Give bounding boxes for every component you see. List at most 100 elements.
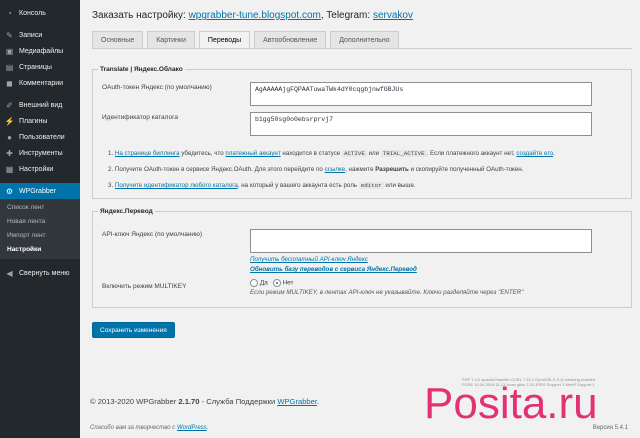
step-2: 2. Получите OAuth-токен в сервисе Яндекс… [108, 162, 555, 178]
oauth-link[interactable]: ссылке [325, 166, 345, 173]
footer-dot: . [206, 425, 209, 431]
menu-settings[interactable]: ▦ Настройки [0, 161, 80, 177]
tab-extra[interactable]: Дополнительно [330, 31, 399, 48]
tab-autoupdate[interactable]: Автообновление [254, 31, 327, 48]
oauth-token-label: OAuth-токен Яндекс (по умолчанию) [102, 84, 212, 91]
menu-tools[interactable]: ✚ Инструменты [0, 145, 80, 161]
wpgrabber-submenu: Список лент Новая лента Импорт лент Наст… [0, 199, 80, 259]
menu-label: WPGrabber [19, 187, 56, 195]
footer-text: Спасибо вам за творчество с [90, 425, 176, 431]
catalog-id-label: Идентификатор каталога [102, 114, 178, 121]
copyright: © 2013-2020 WPGrabber 2.1.70 - Служба По… [90, 397, 319, 406]
dashboard-icon: ◔ [7, 8, 12, 18]
billing-page-link[interactable]: На странице биллинга [115, 150, 180, 157]
setup-steps: 1. На странице биллинга убедитесь, что п… [108, 146, 555, 194]
tab-images[interactable]: Картинки [147, 31, 195, 48]
menu-wpgrabber[interactable]: ⚙ WPGrabber [0, 183, 80, 199]
radio-no-label: Нет [282, 279, 294, 287]
step-text: Разрешить [375, 166, 409, 173]
posita-watermark-logo: Posita.ru [424, 379, 598, 424]
wordpress-link[interactable]: WordPress [177, 425, 207, 431]
save-button[interactable]: Сохранить изменения [92, 322, 175, 338]
title-prefix: Заказать настройку: [92, 10, 186, 21]
main-content: Заказать настройку: wpgrabber-tune.blogs… [80, 0, 640, 438]
menu-label: Медиафайлы [19, 47, 64, 55]
telegram-link[interactable]: servakov [373, 10, 413, 21]
menu-dashboard[interactable]: ◔ Консоль [0, 5, 80, 21]
get-catalog-id-link[interactable]: Получите идентификатор любого каталога [115, 182, 238, 189]
telegram-label: , Telegram: [320, 10, 371, 21]
status-code: TRIAL_ACTIVE [380, 150, 427, 157]
menu-media[interactable]: ▣ Медиафайлы [0, 43, 80, 59]
gear-icon: ⚙ [5, 186, 14, 196]
step-text: 1. [108, 150, 114, 157]
tab-main[interactable]: Основные [92, 31, 144, 48]
menu-label: Внешний вид [19, 101, 63, 109]
step-text: или выше. [385, 182, 416, 189]
payment-account-link[interactable]: платежный аккаунт [225, 150, 280, 157]
media-icon: ▣ [5, 46, 14, 56]
api-key-input[interactable] [250, 229, 592, 253]
comment-icon: ◼ [6, 78, 13, 88]
update-translations-link[interactable]: Обновить базу переводов с сервиса Яндекс… [250, 266, 417, 273]
footer-thanks: Спасибо вам за творчество с WordPress. [90, 425, 208, 431]
step-text: , нажмите [345, 166, 374, 173]
api-key-label: API-ключ Яндекс (по умолчанию) [102, 231, 203, 238]
step-text: 2. Получите OAuth-токен в сервисе Яндекс… [108, 166, 323, 173]
watermark-text: Posita.ru [424, 379, 598, 424]
pin-icon: ✎ [6, 30, 13, 40]
multikey-radio-group: Да Нет [250, 279, 294, 287]
tab-divider [92, 48, 632, 49]
fieldset-legend: Яндекс.Перевод [100, 208, 153, 215]
step-text: 3. [108, 182, 114, 189]
wp-version: Версия 5.4.1 [592, 425, 628, 431]
menu-label: Консоль [19, 9, 46, 17]
submenu-import-feeds[interactable]: Импорт лент [0, 229, 80, 243]
menu-comments[interactable]: ◼ Комментарии [0, 75, 80, 91]
collapse-label: Свернуть меню [19, 269, 70, 277]
create-account-link[interactable]: создайте его [516, 150, 553, 157]
tab-translations[interactable]: Переводы [198, 31, 251, 48]
step-text: . [553, 150, 555, 157]
submenu-new-feed[interactable]: Новая лента [0, 215, 80, 229]
status-code: ACTIVE [341, 150, 367, 157]
catalog-id-input[interactable]: b1gg50sg0o0ebsrprvj7 [250, 112, 592, 136]
menu-label: Комментарии [19, 79, 64, 87]
menu-label: Настройки [19, 165, 54, 173]
fieldset-legend: Translate | Яндекс.Облако [100, 66, 183, 73]
menu-pages[interactable]: ▤ Страницы [0, 59, 80, 75]
submenu-feed-list[interactable]: Список лент [0, 201, 80, 215]
admin-sidebar: ◔ Консоль ✎ Записи ▣ Медиафайлы ▤ Страницы ◼… [0, 0, 80, 438]
step-text: , на который у вашего аккаунта есть роль [237, 182, 358, 189]
user-icon: ● [7, 132, 12, 142]
step-text: убедитесь, что [181, 150, 224, 157]
support-link[interactable]: WPGrabber [277, 397, 317, 406]
copyright-text: © 2013-2020 WPGrabber [90, 397, 177, 406]
radio-yes[interactable] [250, 279, 258, 287]
copyright-dot: . [316, 397, 320, 406]
settings-icon: ▦ [5, 164, 14, 174]
order-setup-link[interactable]: wpgrabber-tune.blogspot.com [189, 10, 321, 21]
step-text: находится в статусе [282, 150, 341, 157]
step-text: и скопируйте полученный OAuth-токен. [410, 166, 524, 173]
brush-icon: ✐ [6, 100, 13, 110]
step-text: . Если платежного аккаунт нет, [426, 150, 515, 157]
plugin-icon: ⚡ [4, 116, 15, 126]
collapse-menu-button[interactable]: ◀ Свернуть меню [0, 265, 80, 281]
menu-posts[interactable]: ✎ Записи [0, 27, 80, 43]
menu-appearance[interactable]: ✐ Внешний вид [0, 97, 80, 113]
support-text: - Служба Поддержки [201, 397, 276, 406]
submenu-settings[interactable]: Настройки [0, 243, 80, 257]
version-number: 2.1.70 [178, 397, 200, 406]
step-1: 1. На странице биллинга убедитесь, что п… [108, 146, 555, 162]
multikey-hint: Если режим MULTIKEY, в лентах API-ключ н… [250, 289, 524, 296]
menu-label: Страницы [19, 63, 52, 71]
menu-label: Инструменты [19, 149, 63, 157]
page-icon: ▤ [5, 62, 14, 72]
menu-users[interactable]: ● Пользователи [0, 129, 80, 145]
menu-plugins[interactable]: ⚡ Плагины [0, 113, 80, 129]
radio-yes-label: Да [259, 279, 268, 287]
oauth-token-input[interactable]: AgAAAAAjgFQPAATuwaTWk4dY0cqgbjnwfGBJUs [250, 82, 592, 106]
free-api-key-link[interactable]: Получить бесплатный API-ключ Яндекс [250, 256, 368, 263]
radio-no[interactable] [272, 279, 281, 287]
